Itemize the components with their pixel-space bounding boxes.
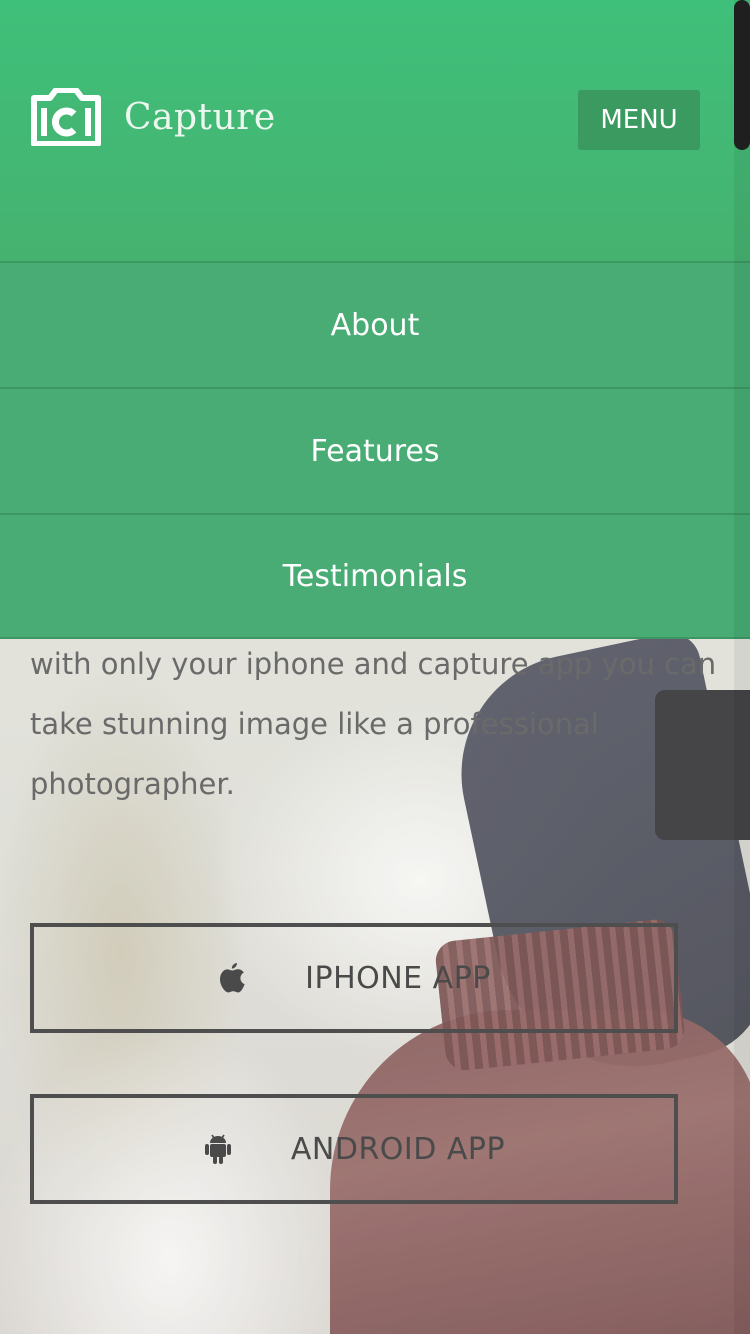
android-icon xyxy=(203,1132,235,1166)
hero-description-line: take stunning image like a professional xyxy=(30,707,599,741)
nav-item-about[interactable]: About xyxy=(0,261,750,387)
nav-item-features[interactable]: Features xyxy=(0,387,750,513)
hero-description: with only your iphone and capture app yo… xyxy=(30,634,740,814)
logo-text: Capture xyxy=(124,96,276,138)
scrollbar-track[interactable] xyxy=(734,0,750,1334)
site-logo[interactable]: Capture xyxy=(30,88,276,146)
hero-description-line: with only your iphone and capture app yo… xyxy=(30,647,717,681)
iphone-app-button[interactable]: IPHONE APP xyxy=(30,923,678,1033)
android-app-label: ANDROID APP xyxy=(290,1131,506,1167)
camera-logo-icon xyxy=(30,88,102,146)
android-app-button[interactable]: ANDROID APP xyxy=(30,1094,678,1204)
scrollbar-thumb[interactable] xyxy=(734,0,750,150)
apple-icon xyxy=(217,961,249,995)
menu-button[interactable]: MENU xyxy=(578,90,700,150)
iphone-app-label: IPHONE APP xyxy=(305,960,491,996)
site-header: Capture MENU xyxy=(0,0,750,262)
nav-menu: About Features Testimonials xyxy=(0,261,750,639)
hero-description-line: photographer. xyxy=(30,767,235,801)
nav-item-testimonials[interactable]: Testimonials xyxy=(0,513,750,639)
